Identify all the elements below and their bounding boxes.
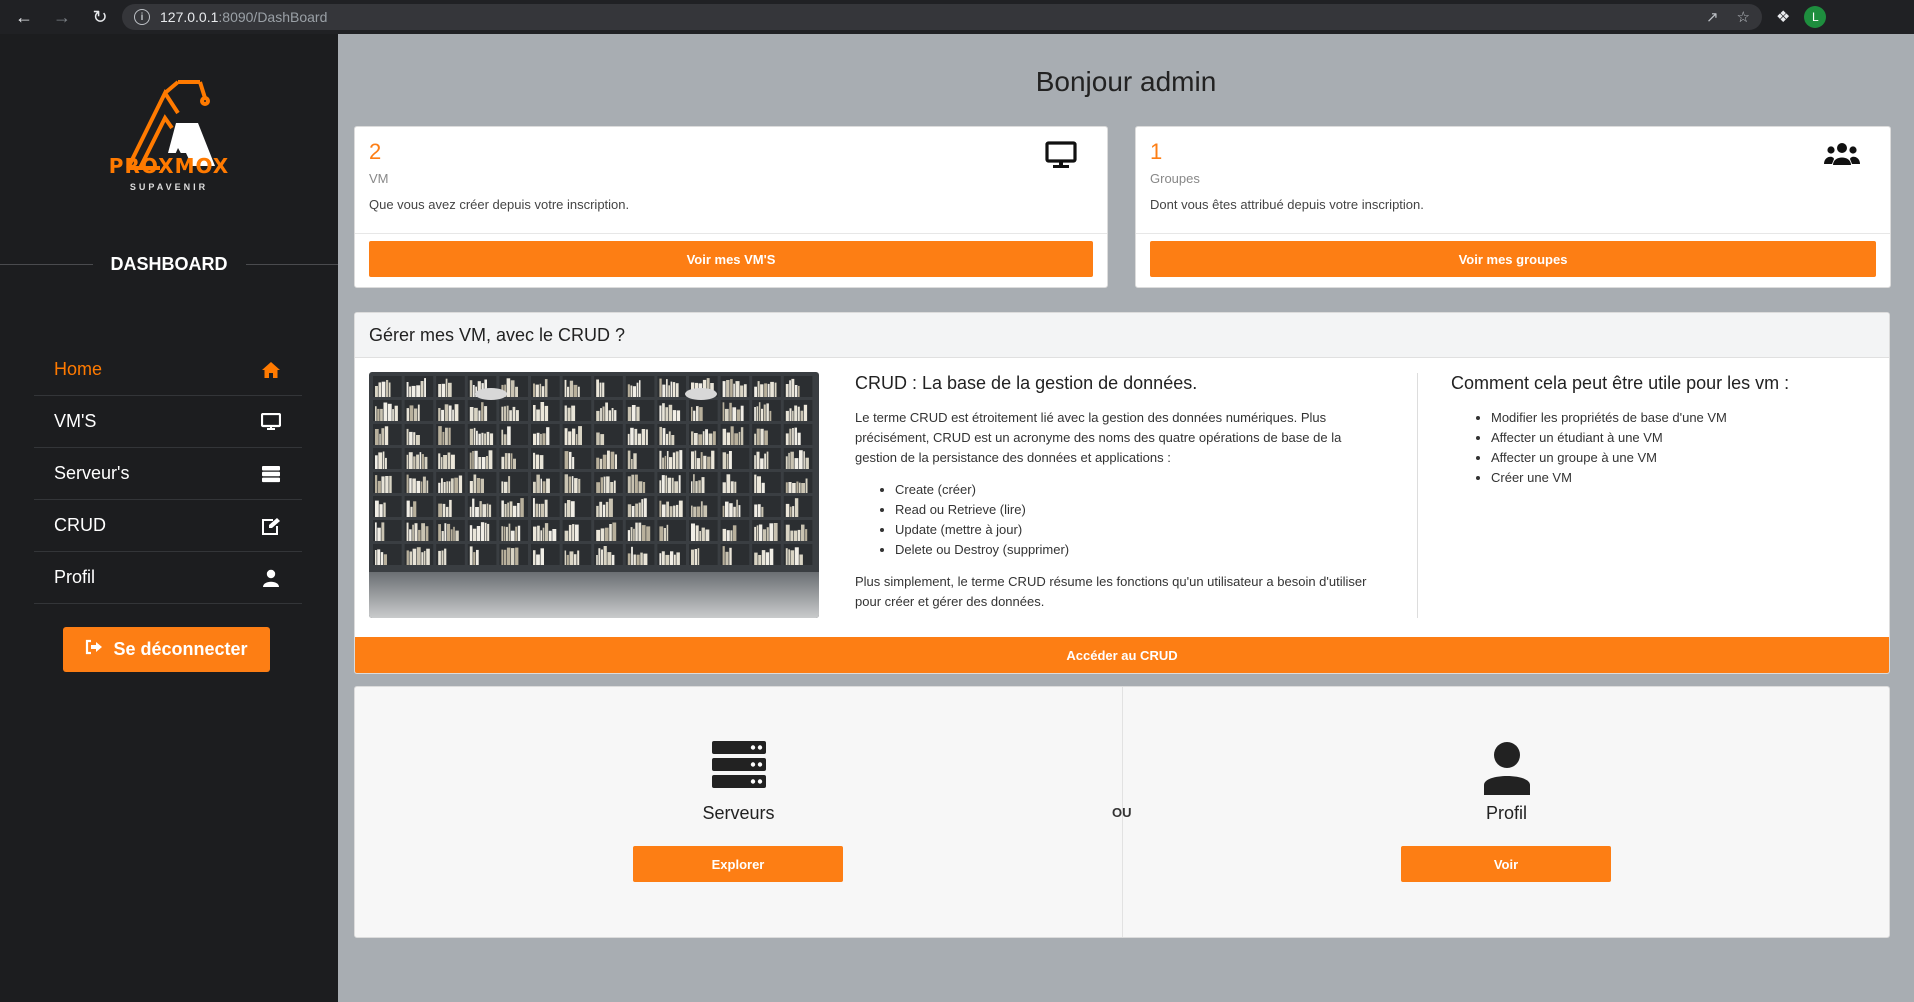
crud-section: Gérer mes VM, avec le CRUD ? CRUD : La b… — [354, 312, 1890, 674]
sidebar: PROXMOX SUPAVENIR DASHBOARD Home VM'S Se… — [0, 34, 338, 1002]
divider — [1136, 233, 1890, 234]
groups-count: 1 — [1150, 139, 1163, 164]
groups-label: Groupes — [1150, 171, 1200, 186]
brand-name: PROXMOX — [108, 154, 230, 178]
section-title: DASHBOARD — [110, 253, 228, 274]
sidebar-item-label: Home — [54, 359, 103, 379]
page-title: Bonjour admin — [1035, 66, 1217, 97]
brand-subtitle: SUPAVENIR — [129, 182, 209, 192]
crud-title: CRUD : La base de la gestion de données. — [855, 373, 1198, 393]
url-path: :8090/DashBoard — [218, 9, 328, 25]
profile-avatar[interactable]: L — [1804, 6, 1827, 28]
site-info-icon[interactable]: i — [134, 9, 150, 25]
vm-label: VM — [369, 171, 389, 186]
sidebar-item-label: CRUD — [54, 515, 106, 535]
server-icon — [355, 741, 1122, 789]
sidebar-item-label: Serveur's — [54, 463, 130, 483]
dashboard-heading: DASHBOARD — [0, 249, 338, 279]
sidebar-item-vms[interactable]: VM'S — [34, 396, 302, 448]
crud-operations-list: Create (créer) Read ou Retrieve (lire) U… — [895, 480, 1375, 560]
sidebar-item-crud[interactable]: CRUD — [34, 500, 302, 552]
sidebar-item-profile[interactable]: Profil — [34, 552, 302, 604]
divider — [245, 263, 338, 265]
list-item: Read ou Retrieve (lire) — [895, 500, 1375, 520]
logout-label: Se déconnecter — [113, 639, 248, 659]
server-icon — [260, 463, 282, 485]
sidebar-item-home[interactable]: Home — [34, 344, 302, 396]
address-bar[interactable]: i 127.0.0.1:8090/DashBoard ↗ ☆ — [122, 4, 1762, 30]
sidebar-menu: Home VM'S Serveur's CRUD Profil — [34, 344, 302, 604]
crud-description: CRUD : La base de la gestion de données.… — [855, 373, 1375, 612]
servers-tile: Serveurs Explorer — [355, 687, 1122, 939]
view-profile-button[interactable]: Voir — [1401, 846, 1611, 882]
divider — [1417, 373, 1418, 618]
monitor-icon — [1045, 141, 1077, 174]
user-icon — [1123, 741, 1890, 795]
back-icon[interactable]: ← — [10, 3, 38, 31]
explore-servers-button[interactable]: Explorer — [633, 846, 843, 882]
list-item: Modifier les propriétés de base d'une VM — [1491, 408, 1871, 428]
groups-stat-card: 1 Groupes Dont vous êtes attribué depuis… — [1135, 126, 1891, 288]
access-crud-button[interactable]: Accéder au CRUD — [355, 637, 1889, 673]
logout-button[interactable]: Se déconnecter — [63, 627, 270, 672]
crud-summary: Plus simplement, le terme CRUD résume le… — [855, 574, 1367, 609]
shortcuts-panel: Serveurs Explorer OU Profil Voir — [354, 686, 1890, 938]
extensions-icon[interactable]: ❖ — [1776, 7, 1790, 27]
main-content: Bonjour admin 2 VM Que vous avez créer d… — [338, 34, 1914, 1002]
sidebar-item-label: Profil — [54, 567, 96, 587]
groups-description: Dont vous êtes attribué depuis votre ins… — [1150, 197, 1424, 212]
crud-header: Gérer mes VM, avec le CRUD ? — [355, 313, 1889, 358]
monitor-icon — [260, 411, 282, 433]
list-item: Affecter un étudiant à une VM — [1491, 428, 1871, 448]
bookmark-star-icon[interactable]: ☆ — [1737, 8, 1750, 26]
crud-intro: Le terme CRUD est étroitement lié avec l… — [855, 410, 1342, 465]
view-groups-button[interactable]: Voir mes groupes — [1150, 241, 1876, 277]
list-item: Créer une VM — [1491, 468, 1871, 488]
browser-toolbar: ← → ↻ i 127.0.0.1:8090/DashBoard ↗ ☆ ❖ L… — [0, 0, 1914, 330]
list-item: Affecter un groupe à une VM — [1491, 448, 1871, 468]
library-image — [369, 372, 819, 618]
servers-title: Serveurs — [702, 803, 775, 823]
reload-icon[interactable]: ↻ — [86, 3, 114, 31]
url-host: 127.0.0.1 — [160, 9, 219, 25]
vm-stat-card: 2 VM Que vous avez créer depuis votre in… — [354, 126, 1108, 288]
users-icon — [1824, 141, 1860, 172]
view-vms-button[interactable]: Voir mes VM'S — [369, 241, 1093, 277]
vm-description: Que vous avez créer depuis votre inscrip… — [369, 197, 630, 212]
edit-icon — [260, 515, 282, 537]
proxmox-logo-icon — [126, 80, 215, 170]
vm-count: 2 — [369, 139, 382, 164]
divider — [355, 233, 1107, 234]
profile-tile: Profil Voir — [1123, 687, 1890, 939]
sidebar-item-label: VM'S — [54, 411, 97, 431]
usefulness-list: Modifier les propriétés de base d'une VM… — [1491, 408, 1871, 488]
list-item: Create (créer) — [895, 480, 1375, 500]
sign-out-icon — [85, 639, 103, 660]
profile-title: Profil — [1485, 803, 1527, 823]
list-item: Update (mettre à jour) — [895, 520, 1375, 540]
share-icon[interactable]: ↗ — [1706, 8, 1719, 26]
home-icon — [260, 359, 282, 381]
sidebar-item-servers[interactable]: Serveur's — [34, 448, 302, 500]
usefulness-title: Comment cela peut être utile pour les vm… — [1451, 373, 1790, 393]
user-icon — [260, 567, 282, 589]
forward-icon[interactable]: → — [48, 3, 76, 31]
divider — [0, 263, 93, 265]
crud-usefulness: Comment cela peut être utile pour les vm… — [1451, 373, 1871, 500]
list-item: Delete ou Destroy (supprimer) — [895, 540, 1375, 560]
